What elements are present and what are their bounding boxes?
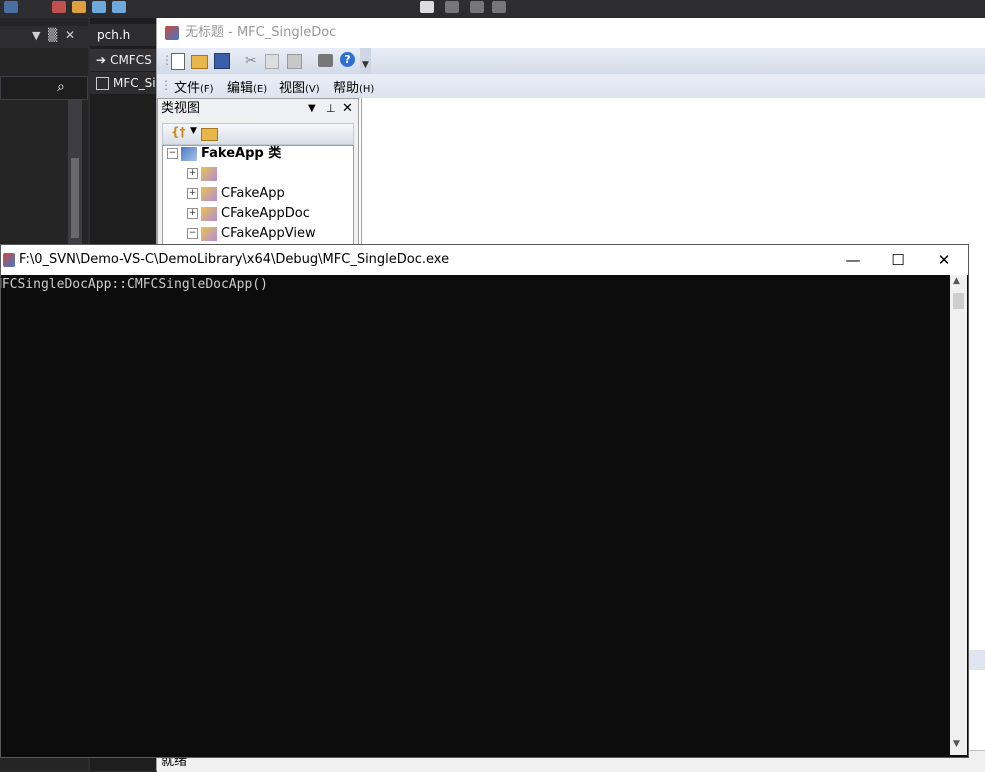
project-icon [96, 77, 109, 90]
console-title-bar[interactable]: F:\0_SVN\Demo-VS-C\DemoLibrary\x64\Debug… [1, 245, 968, 275]
search-icon[interactable]: ⌕ [57, 79, 65, 95]
menu-view-label: 视图 [279, 81, 306, 96]
vs-nav-bar-project[interactable]: MFC_Si [90, 72, 156, 94]
vs-nav-bar-class[interactable]: ➔ CMFCS [90, 49, 156, 71]
mfc-toolbar: ⋮ ✂ ? ▼ [157, 48, 985, 74]
console-scrollbar[interactable]: ▲ ▼ [950, 275, 967, 755]
close-icon[interactable]: ✕ [342, 99, 353, 119]
toolbar-icon[interactable] [52, 1, 66, 13]
class-view-title: 类视图 [161, 101, 201, 116]
toolbar-icon[interactable] [92, 1, 106, 13]
app-icon [165, 26, 179, 40]
class-filter-icon[interactable]: {† [171, 125, 186, 139]
console-scrollbar-thumb[interactable] [953, 293, 964, 309]
bookmark-icon[interactable] [445, 1, 459, 13]
console-title: F:\0_SVN\Demo-VS-C\DemoLibrary\x64\Debug… [19, 252, 450, 267]
class-view-header[interactable]: 类视图 ▼ ⊥ ✕ [158, 99, 358, 119]
mfc-menu-bar: ⋮ 文件(F) 编辑(E) 视图(V) 帮助(H) [157, 74, 985, 98]
toolbar-icon[interactable] [112, 1, 126, 13]
scroll-down-icon[interactable]: ▼ [953, 739, 960, 749]
nav-project-label: MFC_Si [113, 76, 156, 90]
close-icon[interactable]: ✕ [65, 28, 75, 42]
class-view-tree: − FakeApp 类 + + CFakeApp + CFakeAppDoc − CFa… [162, 145, 354, 247]
expand-icon[interactable]: + [187, 168, 198, 179]
class-icon [201, 186, 217, 201]
class-icon [201, 226, 217, 241]
new-file-icon[interactable] [171, 53, 185, 70]
tree-item-label: CFakeAppView [221, 226, 316, 241]
collapse-icon[interactable]: − [167, 148, 178, 159]
dropdown-arrow-icon[interactable]: ▼ [308, 99, 316, 119]
menu-file[interactable]: 文件(F) [174, 77, 214, 96]
tree-root[interactable]: − FakeApp 类 [167, 144, 281, 164]
vs-search-box[interactable]: ⌕ [0, 76, 88, 100]
print-icon[interactable] [318, 54, 333, 67]
help-icon[interactable]: ? [340, 52, 355, 67]
tree-item[interactable]: − CFakeAppView [187, 224, 316, 244]
class-view-pane: 类视图 ▼ ⊥ ✕ {† ▼ − FakeApp 类 + + CFakeApp + C… [157, 98, 359, 250]
minimize-button[interactable]: — [830, 245, 876, 275]
grip-icon[interactable]: ⋮ [160, 78, 172, 92]
expand-icon[interactable]: + [187, 208, 198, 219]
class-icon [201, 166, 217, 181]
menu-edit-accel: (E) [253, 84, 268, 95]
bookmark-icon[interactable] [470, 1, 484, 13]
collapse-icon[interactable]: − [187, 228, 198, 239]
toolbar-overflow-icon[interactable]: ▼ [360, 48, 371, 74]
menu-edit[interactable]: 编辑(E) [227, 77, 267, 96]
console-window: F:\0_SVN\Demo-VS-C\DemoLibrary\x64\Debug… [0, 244, 969, 758]
vs-scrollbar-thumb[interactable] [71, 158, 79, 238]
pin-icon[interactable]: ▒ [48, 28, 57, 42]
scroll-strip [967, 650, 985, 670]
bookmark-icon[interactable] [420, 1, 434, 13]
open-folder-icon[interactable] [191, 55, 208, 69]
toolbar-icon[interactable] [4, 1, 18, 13]
arrow-right-icon: ➔ [96, 53, 107, 67]
cut-icon[interactable]: ✂ [245, 53, 257, 69]
paste-icon[interactable] [287, 54, 302, 69]
menu-help-label: 帮助 [333, 81, 360, 96]
menu-help-accel: (H) [359, 84, 375, 95]
class-icon [201, 206, 217, 221]
tree-item[interactable]: + CFakeApp [187, 184, 285, 204]
vs-tool-pane-header: ▼ ▒ ✕ [0, 26, 88, 48]
menu-help[interactable]: 帮助(H) [333, 77, 374, 96]
toolbar-icon[interactable] [72, 1, 86, 13]
project-icon [181, 146, 197, 161]
bookmark-icon[interactable] [492, 1, 506, 13]
menu-view-accel: (V) [305, 84, 320, 95]
new-folder-icon[interactable] [201, 128, 218, 141]
app-icon [3, 253, 15, 267]
menu-file-accel: (F) [200, 84, 214, 95]
tree-root-label: FakeApp 类 [201, 146, 282, 161]
tree-item[interactable]: + CFakeAppDoc [187, 204, 310, 224]
nav-class-label: CMFCS [110, 53, 152, 67]
expand-icon[interactable]: + [187, 188, 198, 199]
menu-edit-label: 编辑 [227, 81, 254, 96]
mfc-window-title: 无标题 - MFC_SingleDoc [185, 25, 337, 40]
vs-toolbar [0, 0, 985, 19]
tree-item-label: CFakeAppDoc [221, 206, 310, 221]
close-button[interactable]: ✕ [921, 245, 967, 275]
tree-item-label: CFakeApp [221, 186, 285, 201]
copy-icon[interactable] [265, 54, 279, 69]
menu-view[interactable]: 视图(V) [279, 77, 320, 96]
console-output-text: MFCSingleDocApp::CMFCSingleDocApp() [1, 277, 268, 292]
class-view-toolbar: {† ▼ [162, 123, 354, 145]
tree-item[interactable]: + [187, 164, 221, 184]
pin-icon[interactable]: ⊥ [326, 99, 336, 119]
menu-file-label: 文件 [174, 81, 201, 96]
save-icon[interactable] [214, 53, 230, 69]
scroll-up-icon[interactable]: ▲ [953, 276, 960, 286]
tab-pch-h[interactable]: pch.h [90, 24, 163, 46]
dropdown-arrow-icon[interactable]: ▼ [32, 29, 40, 42]
console-output[interactable]: MFCSingleDocApp::CMFCSingleDocApp() [1, 275, 949, 755]
mfc-title-bar[interactable]: 无标题 - MFC_SingleDoc [157, 18, 985, 48]
maximize-button[interactable]: ☐ [875, 245, 921, 275]
dropdown-arrow-icon[interactable]: ▼ [190, 126, 197, 136]
